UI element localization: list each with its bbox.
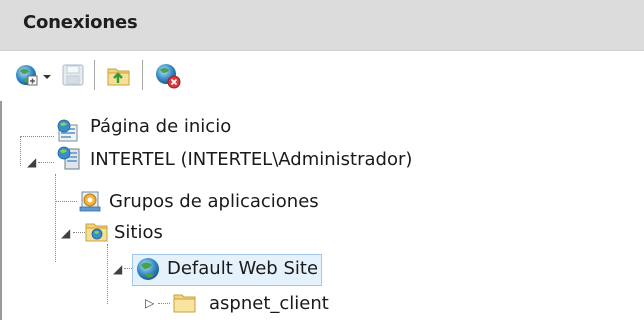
folder-icon: [172, 290, 198, 314]
tree-item-label: aspnet_client: [209, 293, 329, 314]
tree-item-label: Grupos de aplicaciones: [109, 191, 319, 212]
app-pools-icon: [76, 188, 104, 214]
collapse-arrow-icon[interactable]: ◢: [61, 227, 70, 239]
tree-item-label: Página de inicio: [90, 116, 232, 137]
tree-item-label: Sitios: [114, 222, 163, 243]
tree-connector: [55, 201, 77, 202]
website-globe-icon: [134, 256, 162, 282]
tree-item-label: INTERTEL (INTERTEL\Administrador): [90, 149, 413, 170]
tree-connector: [158, 303, 170, 304]
tree-connector: [20, 136, 54, 137]
server-icon: [55, 145, 83, 171]
sites-folder-icon: [84, 219, 110, 243]
connections-panel: Conexiones Página de inicio ◢ INTERTEL (…: [0, 0, 644, 320]
collapse-arrow-icon[interactable]: ◢: [27, 156, 36, 168]
tree-connector: [20, 136, 21, 166]
tree-item-label: Default Web Site: [167, 258, 319, 279]
tree-connector: [55, 174, 56, 262]
collapse-arrow-icon[interactable]: ◢: [113, 263, 122, 275]
tree-connector: [107, 244, 108, 304]
tree-connector: [38, 162, 54, 163]
expand-arrow-icon[interactable]: ▷: [145, 297, 154, 309]
connections-tree: Página de inicio ◢ INTERTEL (INTERTEL\Ad…: [0, 0, 644, 320]
start-page-icon: [55, 119, 83, 145]
